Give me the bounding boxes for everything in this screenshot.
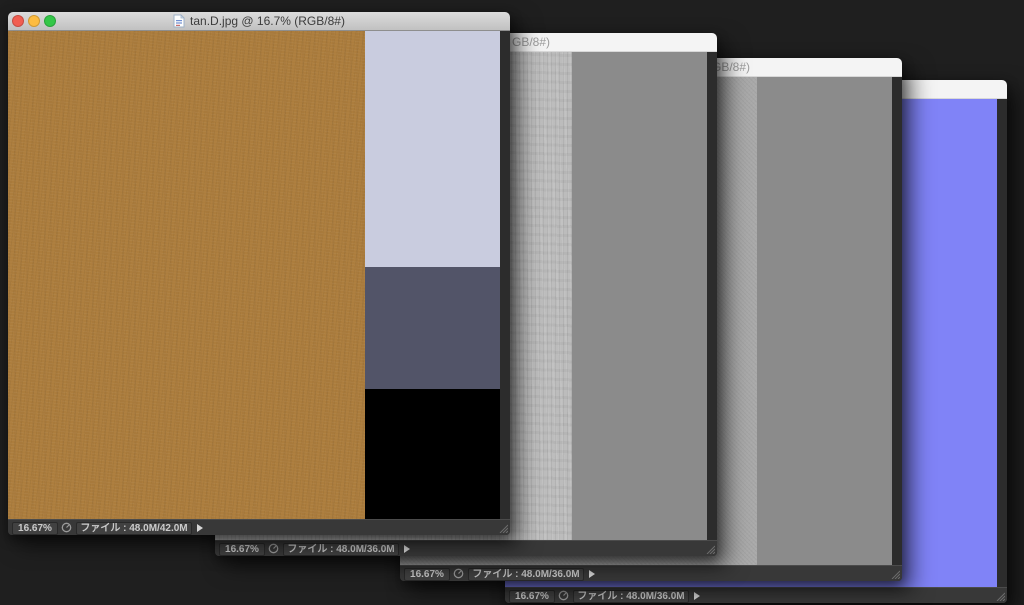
window-controls [12, 15, 56, 27]
gray-swatch-region[interactable] [572, 52, 707, 540]
zoom-level-field[interactable]: 16.67% [509, 590, 555, 603]
resize-grip-icon[interactable] [498, 523, 508, 533]
popup-arrow-icon[interactable] [197, 524, 203, 532]
zoom-button[interactable] [44, 15, 56, 27]
window-title: GB/8#) [712, 60, 751, 74]
canvas-pasteboard-strip [707, 52, 717, 540]
document-window-tan: tan.D.jpg @ 16.7% (RGB/8#) 16.67% ファイル :… [8, 12, 510, 535]
popup-arrow-icon[interactable] [589, 570, 595, 578]
timer-clock-icon [453, 568, 464, 579]
file-info-field[interactable]: ファイル : 48.0M/36.0M [283, 543, 399, 556]
image-canvas[interactable] [8, 31, 500, 519]
popup-arrow-icon[interactable] [404, 545, 410, 553]
tan-texture-region[interactable] [8, 31, 365, 519]
window-title: GB/8#) [512, 35, 551, 49]
black-swatch-region[interactable] [365, 389, 500, 519]
window-statusbar: 16.67% ファイル : 48.0M/36.0M [215, 540, 717, 556]
zoom-level-field[interactable]: 16.67% [219, 543, 265, 556]
canvas-pasteboard-strip [500, 31, 510, 519]
minimize-button[interactable] [28, 15, 40, 27]
resize-grip-icon[interactable] [995, 591, 1005, 601]
canvas-pasteboard-strip [997, 99, 1007, 587]
file-info-field[interactable]: ファイル : 48.0M/42.0M [76, 522, 192, 535]
window-statusbar: 16.67% ファイル : 48.0M/42.0M [8, 519, 510, 535]
timer-clock-icon [61, 522, 72, 533]
zoom-level-field[interactable]: 16.67% [404, 568, 450, 581]
close-button[interactable] [12, 15, 24, 27]
window-statusbar: 16.67% ファイル : 48.0M/36.0M [505, 587, 1007, 603]
resize-grip-icon[interactable] [705, 544, 715, 554]
document-canvas-area [8, 31, 510, 519]
lavender-swatch-region[interactable] [365, 31, 500, 267]
file-info-field[interactable]: ファイル : 48.0M/36.0M [468, 568, 584, 581]
jpeg-document-icon[interactable] [173, 14, 185, 28]
window-statusbar: 16.67% ファイル : 48.0M/36.0M [400, 565, 902, 581]
file-info-field[interactable]: ファイル : 48.0M/36.0M [573, 590, 689, 603]
timer-clock-icon [558, 590, 569, 601]
window-titlebar[interactable]: tan.D.jpg @ 16.7% (RGB/8#) [8, 12, 510, 31]
zoom-level-field[interactable]: 16.67% [12, 522, 58, 535]
swatch-column [365, 31, 500, 519]
popup-arrow-icon[interactable] [694, 592, 700, 600]
gray-swatch-region[interactable] [757, 77, 892, 565]
timer-clock-icon [268, 543, 279, 554]
canvas-pasteboard-strip [892, 77, 902, 565]
window-title: tan.D.jpg @ 16.7% (RGB/8#) [190, 14, 345, 28]
resize-grip-icon[interactable] [890, 569, 900, 579]
slate-swatch-region[interactable] [365, 267, 500, 389]
